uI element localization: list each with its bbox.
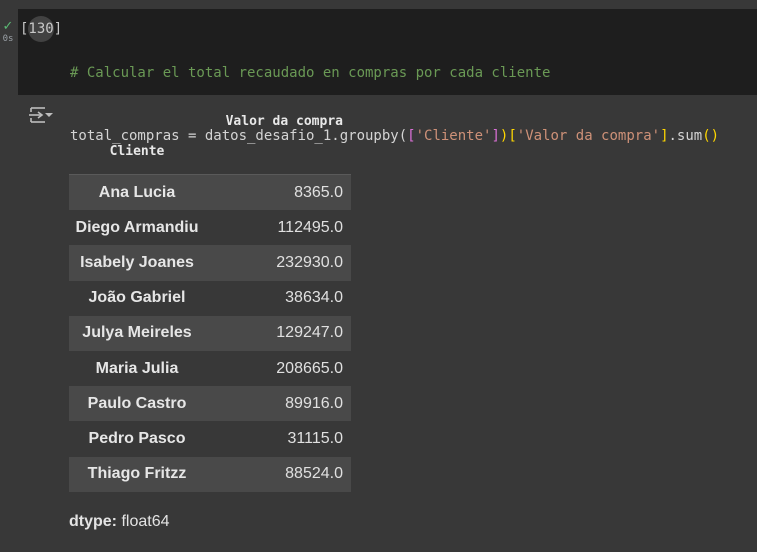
row-value: 89916.0 [285, 394, 343, 412]
table-row: Maria Julia 208665.0 [69, 350, 351, 387]
table-row: Ana Lucia 8365.0 [69, 175, 351, 211]
row-client: Diego Armandiu [75, 218, 199, 236]
run-cell-button[interactable]: [130] [20, 16, 63, 42]
table-row: João Gabriel 38634.0 [69, 280, 351, 316]
notebook-view: ✓ 0s [130] # Calcular el total recaudado… [0, 0, 757, 552]
output-toggle-button[interactable] [28, 104, 54, 126]
row-client: Paulo Castro [87, 394, 187, 412]
code-string: 'Valor da compra' [516, 128, 661, 144]
row-value: 232930.0 [276, 253, 343, 271]
code-string: 'Cliente' [415, 128, 492, 144]
row-client: Julya Meireles [82, 324, 192, 342]
code-token: ] [491, 128, 500, 144]
dtype-label: dtype: [69, 513, 117, 530]
row-value: 208665.0 [276, 359, 343, 377]
row-value: 38634.0 [285, 289, 343, 307]
table-row: Pedro Pasco 31115.0 [69, 421, 351, 457]
row-client: Isabely Joanes [80, 253, 194, 271]
row-value: 112495.0 [277, 218, 343, 236]
table-row: Thiago Fritzz 88524.0 [69, 456, 351, 492]
code-token: () [702, 128, 720, 144]
row-client: João Gabriel [88, 289, 186, 307]
code-cell[interactable]: [130] # Calcular el total recaudado en c… [18, 9, 757, 207]
row-client: Ana Lucia [98, 183, 176, 201]
dtype-value: float64 [121, 513, 170, 530]
row-client: Pedro Pasco [88, 429, 186, 447]
code-comment: # Calcular el total recaudado en compras… [70, 65, 551, 81]
row-client: Thiago Fritzz [87, 465, 187, 483]
code-token: ] [660, 128, 669, 144]
execution-time: 0s [2, 34, 14, 44]
dtype-line: dtype: float64 [69, 513, 170, 531]
row-client: Maria Julia [95, 359, 179, 377]
table-row: Isabely Joanes 232930.0 [69, 245, 351, 281]
table-row: Diego Armandiu 112495.0 [69, 210, 351, 246]
table-row: Paulo Castro 89916.0 [69, 386, 351, 422]
code-token: [ [407, 128, 416, 144]
check-icon: ✓ [2, 19, 14, 34]
table-body: Ana Lucia 8365.0 Diego Armandiu 112495.0… [69, 174, 351, 492]
table-row: Julya Meireles 129247.0 [69, 315, 351, 351]
column-header: Valor da compra [69, 108, 351, 136]
row-value: 8365.0 [294, 183, 343, 201]
code-token: [ [508, 128, 517, 144]
index-header: Cliente [109, 144, 165, 159]
row-value: 31115.0 [287, 429, 343, 447]
execution-count: [130] [20, 21, 63, 37]
row-value: 129247.0 [276, 324, 343, 342]
column-header-label: Valor da compra [225, 114, 343, 129]
code-line-1: # Calcular el total recaudado en compras… [70, 63, 719, 84]
code-token: .sum [668, 128, 703, 144]
row-value: 88524.0 [285, 465, 343, 483]
cell-run-status: ✓ 0s [0, 20, 16, 44]
output-toggle-icon [29, 107, 53, 123]
